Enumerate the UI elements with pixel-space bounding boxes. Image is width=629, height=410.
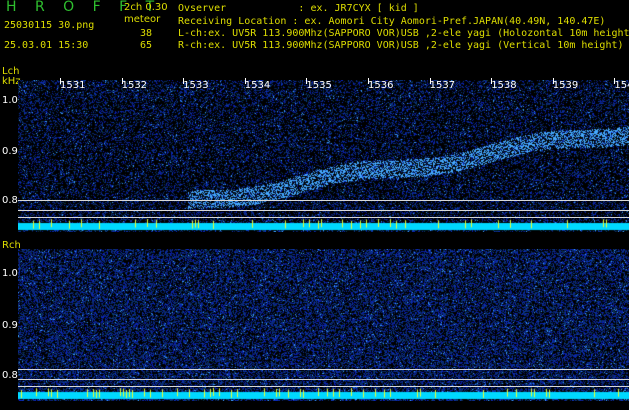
- version-label: 2ch 0.30: [124, 2, 168, 13]
- lch-ytick-label: 1.0: [2, 95, 18, 106]
- lch-info: L-ch:ex. UV5R 113.900Mhz(SAPPORO VOR)USB…: [178, 28, 629, 39]
- datetime-label: 25.03.01 15:30: [4, 40, 89, 51]
- rch-count: 65: [140, 40, 153, 51]
- rch-marker-line: [18, 369, 629, 370]
- time-tick-label: 1539: [552, 80, 579, 91]
- rch-ytick-label: 0.9: [2, 320, 18, 331]
- rch-ytick-label: 1.0: [2, 268, 18, 279]
- lch-marker-line: [18, 210, 629, 211]
- observer-info: Ovserver : ex. JR7CYX [ kid ]: [178, 3, 419, 14]
- time-tick-label: 1533: [183, 80, 209, 91]
- time-tick-label: 1540: [614, 80, 629, 91]
- location-info: Receiving Location : ex. Aomori City Aom…: [178, 16, 606, 27]
- rch-marker-line: [18, 379, 629, 380]
- lch-ytick-label: 0.9: [2, 146, 18, 157]
- lch-marker-line: [18, 217, 629, 218]
- time-tick-label: 1535: [306, 80, 332, 91]
- rch-info: R-ch:ex. UV5R 113.900Mhz(SAPPORO VOR)USB…: [178, 40, 624, 51]
- rch-ytick-label: 0.8: [2, 370, 18, 381]
- header: H R O F F T 2ch 0.30 meteor 25030115 30.…: [0, 0, 629, 60]
- time-tick-label: 1532: [121, 80, 148, 91]
- time-tick-label: 1537: [429, 80, 456, 91]
- lch-count: 38: [140, 28, 153, 39]
- lch-marker-line: [18, 200, 629, 201]
- rch-marker-line: [18, 386, 629, 387]
- time-tick-label: 1538: [491, 80, 517, 91]
- mode-label: meteor: [124, 14, 161, 25]
- time-tick-label: 1531: [60, 80, 86, 91]
- time-tick-label: 1534: [244, 80, 271, 91]
- lch-ytick-label: 0.8: [2, 195, 18, 206]
- filename-label: 25030115 30.png: [4, 20, 95, 31]
- time-tick-label: 1536: [368, 80, 394, 91]
